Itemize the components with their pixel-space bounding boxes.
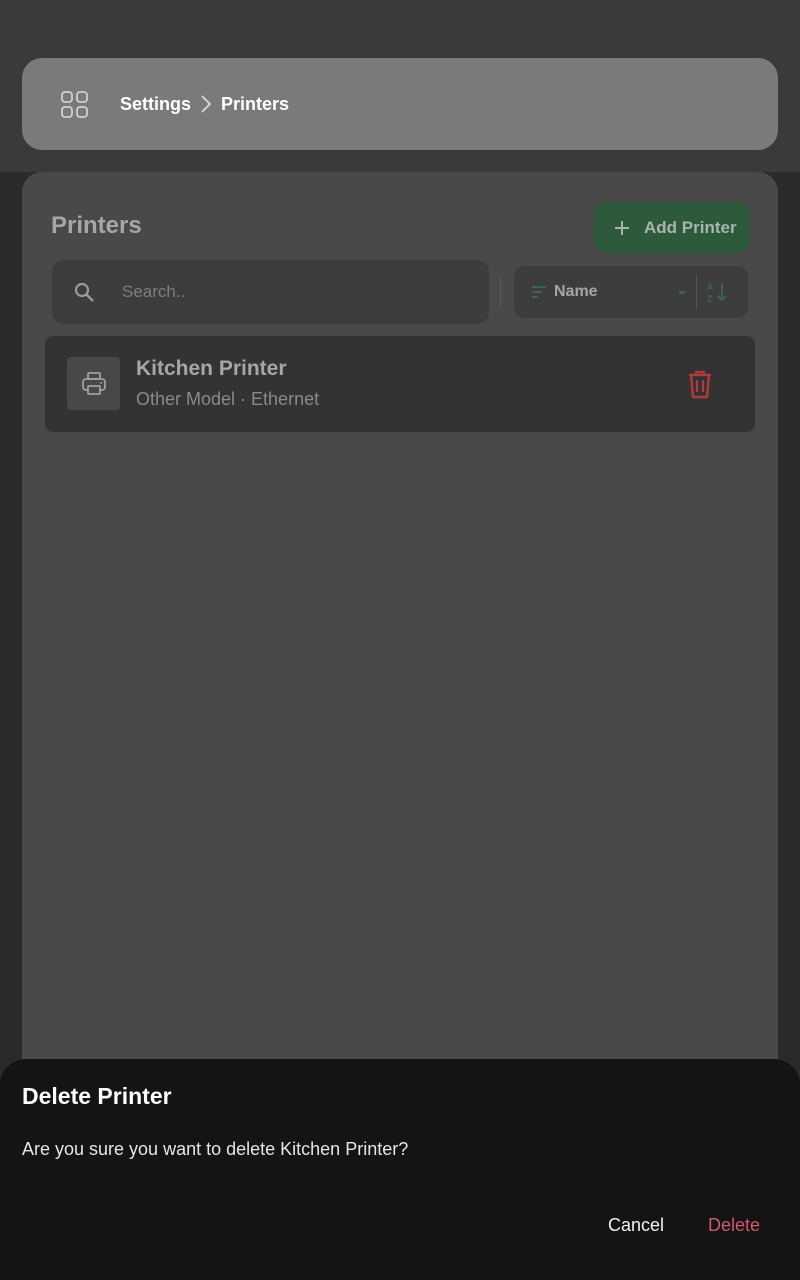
printer-icon (67, 357, 120, 410)
add-printer-label: Add Printer (644, 217, 737, 237)
printer-name: Kitchen Printer (136, 357, 287, 380)
sort-selected-value[interactable]: Name (554, 266, 598, 318)
apps-grid-icon[interactable] (60, 90, 90, 120)
divider (500, 275, 501, 309)
plus-icon (612, 218, 632, 238)
delete-button[interactable]: Delete (708, 1215, 760, 1236)
svg-text:A: A (707, 282, 714, 292)
breadcrumb: Settings Printers (120, 58, 289, 150)
dialog-message: Are you sure you want to delete Kitchen … (22, 1139, 409, 1159)
breadcrumb-printers: Printers (221, 93, 290, 114)
search-icon (72, 280, 96, 304)
svg-text:Z: Z (707, 294, 713, 304)
breadcrumb-settings[interactable]: Settings (120, 94, 191, 115)
dialog-title: Delete Printer (22, 1083, 172, 1109)
trash-icon[interactable] (685, 368, 715, 400)
chevron-right-icon (199, 94, 213, 114)
header-bar: Settings Printers (22, 58, 778, 150)
sort-lines-icon (530, 283, 548, 301)
add-printer-button[interactable]: Add Printer (594, 202, 749, 253)
printer-details: Other Model · Ethernet (136, 389, 320, 409)
search-input[interactable]: Search.. (122, 260, 185, 324)
list-item[interactable]: Kitchen Printer Other Model · Ethernet (45, 336, 755, 432)
caret-down-icon[interactable] (676, 286, 688, 298)
sort-az-icon[interactable]: A Z (706, 280, 730, 304)
search-field[interactable]: Search.. (52, 260, 489, 324)
delete-dialog: Delete Printer Are you sure you want to … (0, 1059, 800, 1280)
app-screen: Settings Printers Printers Add Printer S… (0, 0, 800, 1280)
page-title: Printers (51, 212, 142, 239)
sort-selector[interactable]: Name A Z (514, 266, 748, 318)
divider (696, 274, 697, 310)
cancel-button[interactable]: Cancel (608, 1215, 664, 1236)
